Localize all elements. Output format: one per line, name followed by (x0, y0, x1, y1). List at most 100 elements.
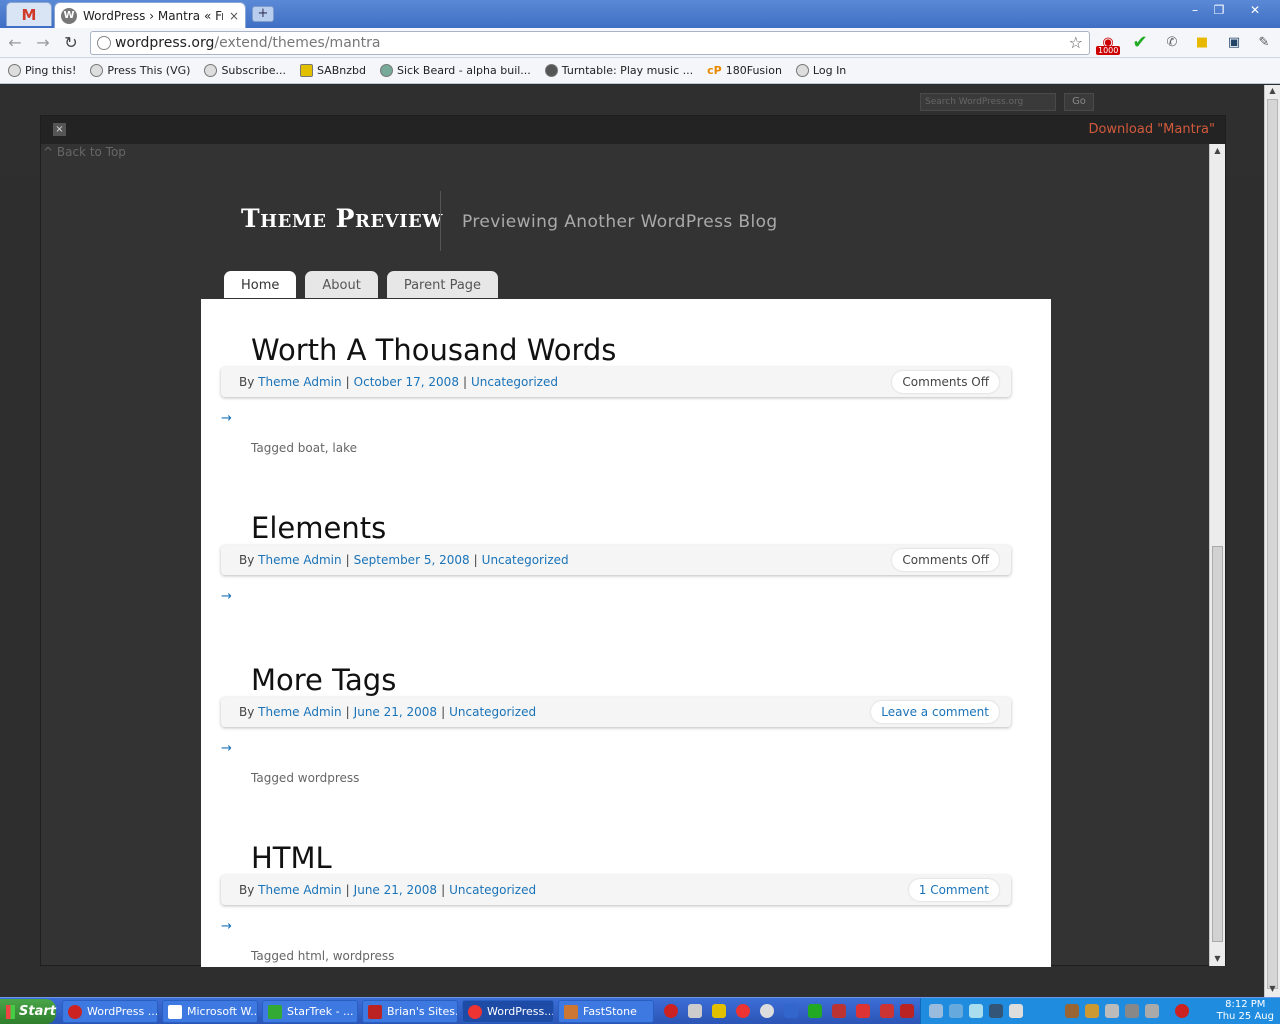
restore-button[interactable]: ❐ (1208, 2, 1230, 18)
bookmark-item[interactable]: Subscribe... (204, 64, 286, 77)
bookmark-item[interactable]: Press This (VG) (90, 64, 190, 77)
sabnzbd-quicklaunch-icon[interactable] (712, 1004, 726, 1018)
tray-icon[interactable] (969, 1004, 983, 1018)
continue-arrow-icon[interactable]: → (221, 411, 232, 426)
taskbar-item[interactable]: Brian's Sites... (362, 1000, 458, 1023)
tray-icon[interactable] (989, 1004, 1003, 1018)
tray-icon[interactable] (1009, 1004, 1023, 1018)
tag-links[interactable]: html, wordpress (298, 949, 395, 963)
taskbar-item[interactable]: FastStone (558, 1000, 654, 1023)
date-link[interactable]: June 21, 2008 (354, 883, 437, 897)
scroll-thumb[interactable] (1267, 99, 1278, 989)
scroll-down-icon[interactable]: ▼ (1267, 984, 1278, 996)
back-to-top-link[interactable]: ^ Back to Top (43, 145, 126, 159)
volume-icon[interactable] (1145, 1004, 1159, 1018)
wordpress-search-input[interactable]: Search WordPress.org (920, 93, 1056, 111)
taskbar-item[interactable]: StarTrek - ... (262, 1000, 358, 1023)
3d-extension-icon[interactable]: ▣ (1224, 33, 1244, 53)
scroll-up-icon[interactable]: ▲ (1267, 86, 1278, 98)
phone-extension-icon[interactable]: ✆ (1162, 33, 1182, 53)
continue-arrow-icon[interactable]: → (221, 589, 232, 604)
post-title[interactable]: HTML (251, 841, 332, 875)
date-link[interactable]: June 21, 2008 (354, 705, 437, 719)
tag-links[interactable]: wordpress (298, 771, 360, 785)
scroll-up-icon[interactable]: ▲ (1212, 146, 1223, 156)
nav-tab-about[interactable]: About (305, 271, 378, 298)
tray-icon[interactable] (1105, 1004, 1119, 1018)
taskbar-item-active[interactable]: WordPress... (462, 1000, 554, 1023)
scroll-down-icon[interactable]: ▼ (1212, 954, 1223, 964)
continue-arrow-icon[interactable]: → (221, 741, 232, 756)
bookmark-item[interactable]: Log In (795, 64, 846, 77)
tray-icon[interactable] (1065, 1004, 1079, 1018)
wrench-icon[interactable]: ✎ (1254, 33, 1274, 53)
modal-scrollbar[interactable]: ▲ ▼ (1209, 144, 1225, 966)
tab-close-icon[interactable]: × (229, 9, 239, 23)
page-scrollbar[interactable]: ▲ ▼ (1264, 85, 1280, 997)
app-quicklaunch-icon[interactable] (880, 1004, 894, 1018)
category-link[interactable]: Uncategorized (471, 375, 558, 389)
taskbar-item[interactable]: WordPress ... (62, 1000, 158, 1023)
category-link[interactable]: Uncategorized (449, 883, 536, 897)
system-clock[interactable]: 8:12 PM Thu 25 Aug (1217, 999, 1274, 1023)
site-title[interactable]: Theme Preview (241, 204, 443, 233)
author-link[interactable]: Theme Admin (258, 553, 341, 567)
bookmark-item[interactable]: Ping this! (8, 64, 76, 77)
taskbar-item[interactable]: Microsoft W... (162, 1000, 258, 1023)
start-button[interactable]: Start (0, 999, 56, 1024)
bookmark-star-icon[interactable]: ☆ (1069, 33, 1083, 52)
theme-nav-menu: Home About Parent Page (224, 271, 499, 299)
close-window-button[interactable]: ✕ (1244, 2, 1266, 18)
date-link[interactable]: September 5, 2008 (354, 553, 470, 567)
modal-title-bar: × Download "Mantra" (41, 116, 1225, 144)
active-tab[interactable]: W WordPress › Mantra « Free W × (54, 2, 246, 28)
scroll-thumb[interactable] (1212, 546, 1223, 942)
tray-icon[interactable] (929, 1004, 943, 1018)
author-link[interactable]: Theme Admin (258, 705, 341, 719)
app-quicklaunch-icon[interactable] (832, 1004, 846, 1018)
gmail-tab[interactable]: M (6, 2, 52, 26)
network-icon[interactable] (1125, 1004, 1139, 1018)
back-arrow-icon[interactable]: ← (4, 33, 26, 53)
comments-link[interactable]: 1 Comment (908, 879, 999, 901)
app-quicklaunch-icon[interactable] (856, 1004, 870, 1018)
tray-icon[interactable] (1085, 1004, 1099, 1018)
chrome-quicklaunch-icon[interactable] (736, 1004, 750, 1018)
forward-arrow-icon[interactable]: → (32, 33, 54, 53)
nav-tab-home[interactable]: Home (224, 271, 297, 298)
checkmark-extension-icon[interactable]: ✔ (1130, 33, 1150, 53)
filezilla-quicklaunch-icon[interactable] (900, 1004, 914, 1018)
minimize-button[interactable]: – (1184, 2, 1206, 18)
bookmark-item[interactable]: Sick Beard - alpha buil... (379, 64, 531, 77)
author-link[interactable]: Theme Admin (258, 375, 341, 389)
download-theme-link[interactable]: Download "Mantra" (1088, 122, 1215, 137)
site-description: Previewing Another WordPress Blog (462, 212, 778, 232)
leave-comment-link[interactable]: Leave a comment (871, 701, 999, 723)
excel-quicklaunch-icon[interactable] (808, 1004, 822, 1018)
date-link[interactable]: October 17, 2008 (354, 375, 459, 389)
bookmark-item[interactable]: cP 180Fusion (707, 64, 782, 77)
category-link[interactable]: Uncategorized (449, 705, 536, 719)
note-extension-icon[interactable]: ■ (1192, 33, 1212, 53)
tray-icon[interactable] (1175, 1004, 1189, 1018)
author-link[interactable]: Theme Admin (258, 883, 341, 897)
modal-close-button[interactable]: × (53, 123, 66, 136)
word-quicklaunch-icon[interactable] (784, 1004, 798, 1018)
clock-quicklaunch-icon[interactable] (760, 1004, 774, 1018)
category-link[interactable]: Uncategorized (482, 553, 569, 567)
address-bar[interactable]: wordpress.org/extend/themes/mantra ☆ (90, 31, 1090, 55)
new-tab-button[interactable]: + (252, 6, 274, 22)
reload-icon[interactable]: ↻ (60, 33, 82, 53)
desktop-quicklaunch-icon[interactable] (688, 1004, 702, 1018)
post-title[interactable]: Elements (251, 511, 386, 545)
continue-arrow-icon[interactable]: → (221, 919, 232, 934)
wordpress-go-button[interactable]: Go (1064, 93, 1094, 111)
opera-quicklaunch-icon[interactable] (664, 1004, 678, 1018)
nav-tab-parent-page[interactable]: Parent Page (386, 271, 499, 298)
tag-links[interactable]: boat, lake (298, 441, 357, 455)
post-title[interactable]: More Tags (251, 663, 396, 697)
bookmark-item[interactable]: SABnzbd (300, 64, 366, 77)
bookmark-item[interactable]: Turntable: Play music ... (544, 64, 693, 77)
post-title[interactable]: Worth A Thousand Words (251, 333, 616, 367)
tray-icon[interactable] (949, 1004, 963, 1018)
